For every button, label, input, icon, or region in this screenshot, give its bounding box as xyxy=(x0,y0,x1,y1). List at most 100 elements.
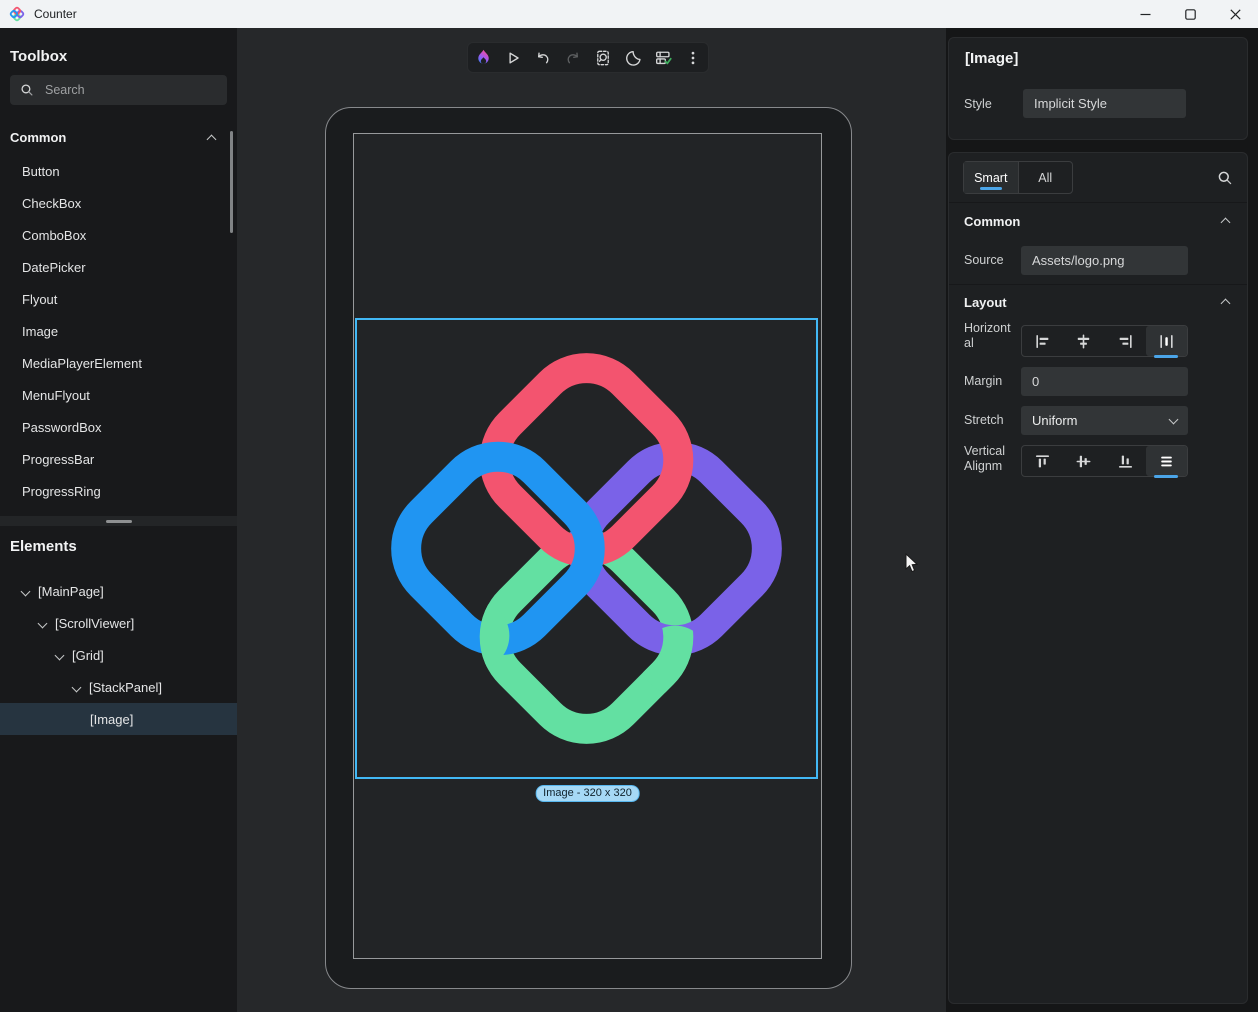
expand-chevron-icon[interactable] xyxy=(21,586,31,596)
design-canvas[interactable]: Image - 320 x 320 xyxy=(237,28,946,1012)
align-top-icon xyxy=(1034,453,1051,470)
elements-title: Elements xyxy=(10,536,77,558)
properties-search-button[interactable] xyxy=(1211,164,1238,191)
titlebar: Counter xyxy=(0,0,1258,29)
align-left-icon xyxy=(1034,333,1051,350)
align-vertical-stretch-icon xyxy=(1158,453,1175,470)
maximize-icon xyxy=(1185,9,1196,20)
canvas-toolbar xyxy=(467,42,709,73)
toolbox-item-menuflyout[interactable]: MenuFlyout xyxy=(0,380,237,412)
toolbox-item-progressring[interactable]: ProgressRing xyxy=(0,476,237,508)
left-sidebar: Toolbox Common Button CheckBox ComboBox … xyxy=(0,28,237,1012)
redo-button[interactable] xyxy=(560,44,587,71)
moon-icon xyxy=(624,49,642,67)
toolbox-item-datepicker[interactable]: DatePicker xyxy=(0,252,237,284)
play-button[interactable] xyxy=(500,44,527,71)
selected-element-title: [Image] xyxy=(965,50,1018,67)
inspector-panel: [Image] Style Implicit Style Smart All xyxy=(946,28,1258,1012)
app-logo-icon xyxy=(9,6,25,22)
image-element-logo[interactable] xyxy=(357,320,816,777)
expand-chevron-icon[interactable] xyxy=(72,682,82,692)
toolbox-item-progressbar[interactable]: ProgressBar xyxy=(0,444,237,476)
toolbox-item-button[interactable]: Button xyxy=(0,156,237,188)
toolbox-search-input[interactable] xyxy=(43,82,207,98)
search-icon xyxy=(20,83,34,97)
tree-item-grid[interactable]: [Grid] xyxy=(0,639,237,671)
search-icon xyxy=(1217,170,1233,186)
hot-reload-button[interactable] xyxy=(470,44,497,71)
collapse-chevron-icon[interactable] xyxy=(1221,218,1231,228)
align-center-icon xyxy=(1075,333,1092,350)
redo-icon xyxy=(564,49,582,67)
align-horizontal-right-button[interactable] xyxy=(1105,326,1146,356)
toolbox-item-checkbox[interactable]: CheckBox xyxy=(0,188,237,220)
align-horizontal-stretch-button[interactable] xyxy=(1146,326,1187,356)
elements-tree: [MainPage] [ScrollViewer] [Grid] [StackP… xyxy=(0,575,237,735)
tab-smart[interactable]: Smart xyxy=(964,162,1019,193)
tab-all[interactable]: All xyxy=(1019,162,1073,193)
hot-reload-flame-icon xyxy=(474,48,493,67)
tree-item-scrollviewer[interactable]: [ScrollViewer] xyxy=(0,607,237,639)
toolbox-scrollbar-thumb[interactable] xyxy=(230,131,233,233)
inspector-header-card: [Image] Style Implicit Style xyxy=(948,37,1248,140)
selection-overlay xyxy=(355,318,818,779)
expand-chevron-icon[interactable] xyxy=(38,618,48,628)
expand-chevron-icon[interactable] xyxy=(55,650,65,660)
toolbox-item-image[interactable]: Image xyxy=(0,316,237,348)
align-stretch-icon xyxy=(1158,333,1175,350)
source-field[interactable]: Assets/logo.png xyxy=(1021,246,1188,275)
stretch-label: Stretch xyxy=(964,413,1004,427)
more-options-button[interactable] xyxy=(680,44,707,71)
maximize-button[interactable] xyxy=(1168,0,1213,28)
page-surface[interactable]: Image - 320 x 320 xyxy=(353,133,822,959)
margin-label: Margin xyxy=(964,374,1002,388)
vertical-alignment-label: Vertical Alignm xyxy=(964,444,1018,474)
toolbox-item-passwordbox[interactable]: PasswordBox xyxy=(0,412,237,444)
collapse-chevron-icon[interactable] xyxy=(207,135,217,145)
close-icon xyxy=(1230,9,1241,20)
play-icon xyxy=(504,49,522,67)
close-button[interactable] xyxy=(1213,0,1258,28)
toolbox-item-mediaplayerelement[interactable]: MediaPlayerElement xyxy=(0,348,237,380)
align-vertical-bottom-button[interactable] xyxy=(1105,446,1146,476)
horizontal-alignment-label: Horizontal xyxy=(964,321,1014,351)
zoom-selection-button[interactable] xyxy=(590,44,617,71)
margin-field[interactable]: 0 xyxy=(1021,367,1188,396)
tree-item-stackpanel[interactable]: [StackPanel] xyxy=(0,671,237,703)
align-vertical-stretch-button[interactable] xyxy=(1146,446,1187,476)
align-right-icon xyxy=(1117,333,1134,350)
align-horizontal-left-button[interactable] xyxy=(1022,326,1063,356)
kebab-menu-icon xyxy=(684,49,702,67)
toolbox-section-header: Common xyxy=(0,123,237,151)
task-list-check-icon xyxy=(654,49,672,67)
theme-toggle-button[interactable] xyxy=(620,44,647,71)
stretch-dropdown[interactable]: Uniform xyxy=(1021,406,1188,435)
device-frame: Image - 320 x 320 xyxy=(325,107,852,989)
align-vertical-center-button[interactable] xyxy=(1063,446,1104,476)
style-label: Style xyxy=(964,97,992,111)
undo-button[interactable] xyxy=(530,44,557,71)
arrow-cursor-icon xyxy=(905,553,919,574)
toolbox-item-flyout[interactable]: Flyout xyxy=(0,284,237,316)
inspector-properties-card: Smart All Common Source Assets/log xyxy=(948,152,1248,1004)
minimize-button[interactable] xyxy=(1123,0,1168,28)
tree-item-image[interactable]: [Image] xyxy=(0,703,237,735)
toolbox-item-combobox[interactable]: ComboBox xyxy=(0,220,237,252)
style-field[interactable]: Implicit Style xyxy=(1023,89,1186,118)
task-list-button[interactable] xyxy=(650,44,677,71)
toolbox-search[interactable] xyxy=(10,75,227,105)
common-section-header: Common xyxy=(964,211,1020,231)
align-bottom-icon xyxy=(1117,453,1134,470)
vertical-alignment-group xyxy=(1021,445,1188,477)
panel-splitter[interactable] xyxy=(0,516,237,526)
tree-item-mainpage[interactable]: [MainPage] xyxy=(0,575,237,607)
undo-icon xyxy=(534,49,552,67)
splitter-grip-icon xyxy=(106,520,132,523)
layout-section-header: Layout xyxy=(964,292,1007,312)
minimize-icon xyxy=(1140,9,1151,20)
collapse-chevron-icon[interactable] xyxy=(1221,299,1231,309)
selection-size-badge: Image - 320 x 320 xyxy=(535,785,640,802)
align-horizontal-center-button[interactable] xyxy=(1063,326,1104,356)
window-title: Counter xyxy=(34,7,77,21)
align-vertical-top-button[interactable] xyxy=(1022,446,1063,476)
